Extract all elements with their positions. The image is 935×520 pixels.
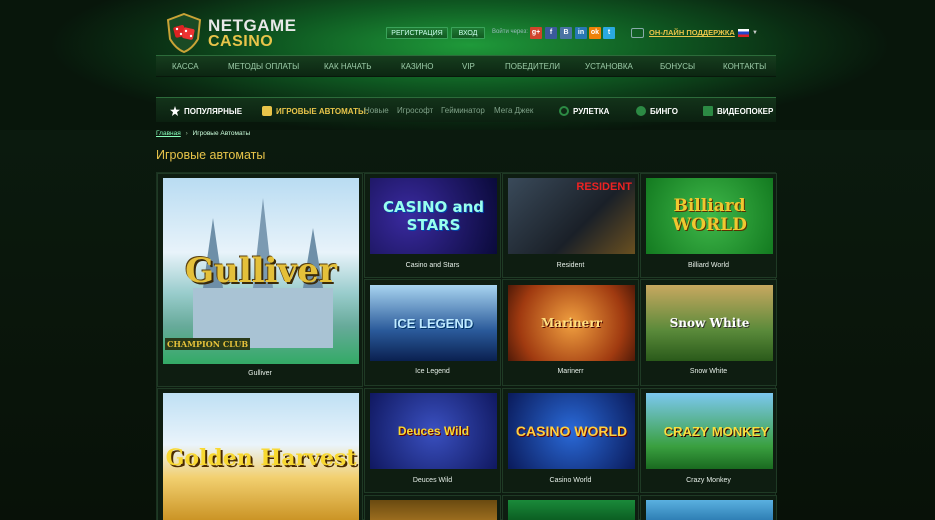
champion-club-badge: CHAMPION CLUB <box>165 338 251 350</box>
sub-mega-jack[interactable]: Мега Джек <box>494 106 533 115</box>
odnoklassniki-icon[interactable]: ok <box>589 27 601 39</box>
game-thumb-golden-harvest[interactable]: Golden Harvest <box>163 393 359 520</box>
game-card-partial[interactable] <box>502 495 639 520</box>
game-card-partial[interactable] <box>640 495 777 520</box>
game-thumb-snow-white[interactable]: Snow White <box>646 285 773 361</box>
game-thumb-partial[interactable] <box>370 500 497 520</box>
thumb-title: Gulliver <box>185 251 337 291</box>
login-via-label: Войти через: <box>492 29 528 35</box>
game-title[interactable]: Gulliver <box>158 370 362 377</box>
dice-shield-icon <box>166 12 202 54</box>
cat-slots-label: ИГРОВЫЕ АВТОМАТЫ: <box>276 106 369 116</box>
nav-vip[interactable]: VIP <box>462 62 475 71</box>
game-thumb-billiard-world[interactable]: Billiard WORLD <box>646 178 773 254</box>
breadcrumb-home[interactable]: Главная <box>156 130 181 137</box>
nav-payment-methods[interactable]: МЕТОДЫ ОПЛАТЫ <box>228 62 299 71</box>
nav-bonuses[interactable]: БОНУСЫ <box>660 62 695 71</box>
game-thumb-deuces-wild[interactable]: Deuces Wild <box>370 393 497 469</box>
game-title[interactable]: Deuces Wild <box>365 477 500 484</box>
cat-roulette-label: РУЛЕТКА <box>573 106 610 116</box>
game-card-golden-harvest[interactable]: Golden Harvest <box>157 388 363 520</box>
nav-casino[interactable]: КАЗИНО <box>401 62 434 71</box>
game-card-resident[interactable]: RESIDENT Resident <box>502 173 639 278</box>
game-thumb-casino-and-stars[interactable]: CASINO and STARS <box>370 178 497 254</box>
facebook-icon[interactable]: f <box>545 27 557 39</box>
bingo-ball-icon <box>636 106 646 116</box>
online-support-link[interactable]: ОН-ЛАЙН ПОДДЕРЖКА <box>649 28 735 37</box>
casino-logo[interactable]: NETGAME CASINO <box>166 12 296 54</box>
game-title[interactable]: Marinerr <box>503 368 638 375</box>
game-thumb-marinerr[interactable]: Marinerr <box>508 285 635 361</box>
logo-line-2: CASINO <box>208 32 274 50</box>
game-card-billiard-world[interactable]: Billiard WORLD Billiard World <box>640 173 777 278</box>
register-button[interactable]: Регистрация <box>386 27 448 39</box>
game-card-partial[interactable] <box>364 495 501 520</box>
game-card-marinerr[interactable]: Marinerr Marinerr <box>502 279 639 386</box>
game-title[interactable]: Casino and Stars <box>365 262 500 269</box>
game-thumb-resident[interactable]: RESIDENT <box>508 178 635 254</box>
twitter-icon[interactable]: t <box>603 27 615 39</box>
breadcrumb: Главная › Игровые Автоматы <box>156 130 251 137</box>
game-card-snow-white[interactable]: Snow White Snow White <box>640 279 777 386</box>
game-thumb-crazy-monkey[interactable]: CRAZY MONKEY <box>646 393 773 469</box>
page-title: Игровые автоматы <box>156 148 266 162</box>
sub-igrosoft[interactable]: Игрософт <box>397 106 433 115</box>
main-navigation: КАССА МЕТОДЫ ОПЛАТЫ КАК НАЧАТЬ КАЗИНО VI… <box>156 55 776 77</box>
gplus-icon[interactable]: g+ <box>530 27 542 39</box>
game-thumb-partial[interactable] <box>646 500 773 520</box>
cat-bingo[interactable]: БИНГО <box>636 106 678 116</box>
slot-machine-icon <box>262 106 272 116</box>
game-thumb-casino-world[interactable]: CASINO WORLD <box>508 393 635 469</box>
game-card-casino-and-stars[interactable]: CASINO and STARS Casino and Stars <box>364 173 501 278</box>
nav-how-to-start[interactable]: КАК НАЧАТЬ <box>324 62 372 71</box>
game-title[interactable]: Snow White <box>641 368 776 375</box>
game-grid: Gulliver CHAMPION CLUB Gulliver CASINO a… <box>156 172 777 520</box>
nav-winners[interactable]: ПОБЕДИТЕЛИ <box>505 62 560 71</box>
login-button[interactable]: Вход <box>451 27 485 39</box>
cat-videopoker-label: ВИДЕОПОКЕР <box>717 106 774 116</box>
cat-popular[interactable]: ПОПУЛЯРНЫЕ <box>170 106 242 116</box>
game-title[interactable]: Billiard World <box>641 262 776 269</box>
roulette-icon <box>559 106 569 116</box>
category-bar: ПОПУЛЯРНЫЕ ИГРОВЫЕ АВТОМАТЫ: Новые Игрос… <box>156 97 776 122</box>
star-icon <box>170 106 180 116</box>
breadcrumb-current: Игровые Автоматы <box>192 130 251 137</box>
logo-line-1: NETGAME <box>208 15 297 35</box>
cat-videopoker[interactable]: ВИДЕОПОКЕР <box>703 106 773 116</box>
game-title[interactable]: Ice Legend <box>365 368 500 375</box>
cat-slots[interactable]: ИГРОВЫЕ АВТОМАТЫ: <box>262 106 369 116</box>
cat-roulette[interactable]: РУЛЕТКА <box>559 106 609 116</box>
cat-popular-label: ПОПУЛЯРНЫЕ <box>184 106 243 116</box>
game-card-ice-legend[interactable]: ICE LEGEND Ice Legend <box>364 279 501 386</box>
game-card-crazy-monkey[interactable]: CRAZY MONKEY Crazy Monkey <box>640 388 777 493</box>
russian-flag-icon <box>738 29 749 37</box>
card-icon <box>703 106 713 116</box>
nav-contacts[interactable]: КОНТАКТЫ <box>723 62 766 71</box>
cat-bingo-label: БИНГО <box>650 106 678 116</box>
chat-bubble-icon <box>631 28 644 38</box>
linkedin-icon[interactable]: in <box>575 27 587 39</box>
nav-kassa[interactable]: КАССА <box>172 62 199 71</box>
sub-gaminator[interactable]: Гейминатор <box>441 106 485 115</box>
game-thumb-gulliver[interactable]: Gulliver CHAMPION CLUB <box>163 178 359 364</box>
language-selector[interactable]: ▼ <box>738 27 764 39</box>
game-card-casino-world[interactable]: CASINO WORLD Casino World <box>502 388 639 493</box>
game-title[interactable]: Casino World <box>503 477 638 484</box>
sub-new[interactable]: Новые <box>364 106 389 115</box>
nav-install[interactable]: УСТАНОВКА <box>585 62 633 71</box>
game-card-deuces-wild[interactable]: Deuces Wild Deuces Wild <box>364 388 501 493</box>
vk-icon[interactable]: B <box>560 27 572 39</box>
game-card-gulliver[interactable]: Gulliver CHAMPION CLUB Gulliver <box>157 173 363 387</box>
game-thumb-ice-legend[interactable]: ICE LEGEND <box>370 285 497 361</box>
game-thumb-partial[interactable] <box>508 500 635 520</box>
chevron-down-icon: ▼ <box>752 30 758 36</box>
game-title[interactable]: Resident <box>503 262 638 269</box>
game-title[interactable]: Crazy Monkey <box>641 477 776 484</box>
